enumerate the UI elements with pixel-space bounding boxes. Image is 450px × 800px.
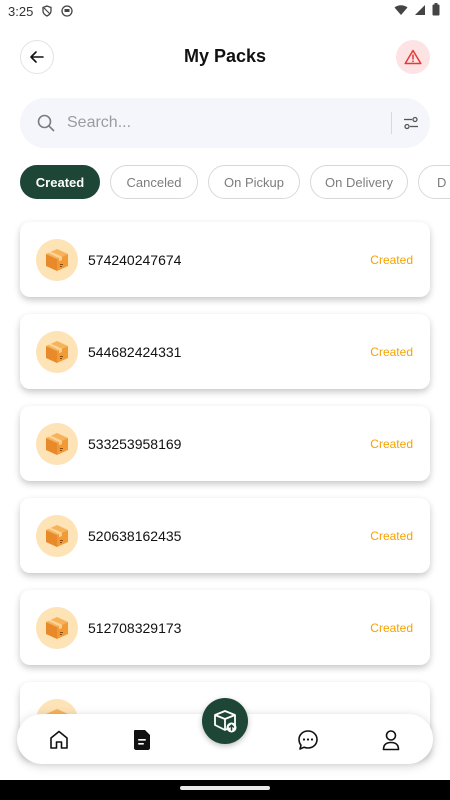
pack-number: 544682424331 [88, 343, 182, 360]
profile-icon [382, 730, 400, 751]
pack-number: 533253958169 [88, 435, 182, 452]
shield-icon [41, 5, 53, 17]
pack-card[interactable]: 544682424331 Created [20, 314, 430, 389]
pack-list: 574240247674 Created 544682424331 Create… [20, 222, 430, 774]
nav-chat[interactable] [295, 727, 321, 753]
package-box-icon [36, 422, 78, 465]
package-box-icon [36, 606, 78, 649]
app-notification-icon [61, 5, 73, 17]
chat-icon [298, 730, 318, 750]
document-icon [134, 730, 150, 750]
header: My Packs [0, 40, 450, 74]
warning-icon [404, 49, 422, 65]
chip-delivered[interactable]: D [418, 165, 450, 199]
status-bar: 3:25 [0, 0, 450, 22]
package-box-icon [36, 330, 78, 373]
system-navigation-bar [0, 780, 450, 800]
pack-status: Created [370, 436, 413, 451]
chip-on-delivery[interactable]: On Delivery [310, 165, 408, 199]
filter-icon [404, 116, 418, 130]
filter-button[interactable] [392, 116, 430, 130]
battery-icon [432, 3, 440, 19]
pack-status: Created [370, 620, 413, 635]
home-gesture-handle[interactable] [180, 786, 270, 790]
search-icon [37, 114, 55, 132]
pack-card[interactable]: 533253958169 Created [20, 406, 430, 481]
nav-packs[interactable] [129, 727, 155, 753]
alert-button[interactable] [396, 40, 430, 74]
nav-home[interactable] [46, 727, 72, 753]
nav-profile[interactable] [378, 727, 404, 753]
pack-status: Created [370, 252, 413, 267]
signal-icon [414, 4, 426, 19]
pack-number: 512708329173 [88, 619, 182, 636]
pack-card[interactable]: 512708329173 Created [20, 590, 430, 665]
package-box-icon [36, 238, 78, 281]
add-pack-icon [214, 710, 237, 733]
search-input[interactable]: Search... [67, 114, 391, 132]
chip-created[interactable]: Created [20, 165, 100, 199]
pack-card[interactable]: 520638162435 Created [20, 498, 430, 573]
chip-canceled[interactable]: Canceled [110, 165, 198, 199]
pack-number: 574240247674 [88, 251, 182, 268]
wifi-icon [394, 4, 408, 19]
search-bar[interactable]: Search... [20, 98, 430, 148]
chip-on-pickup[interactable]: On Pickup [208, 165, 300, 199]
pack-status: Created [370, 344, 413, 359]
home-icon [50, 730, 68, 749]
page-title: My Packs [183, 46, 267, 66]
package-box-icon [36, 514, 78, 557]
status-filter-chips: Created Canceled On Pickup On Delivery D [20, 165, 450, 199]
pack-card[interactable]: 574240247674 Created [20, 222, 430, 297]
add-pack-button[interactable] [202, 698, 248, 744]
pack-number: 520638162435 [88, 527, 182, 544]
status-time: 3:25 [8, 3, 34, 19]
pack-status: Created [370, 528, 413, 543]
